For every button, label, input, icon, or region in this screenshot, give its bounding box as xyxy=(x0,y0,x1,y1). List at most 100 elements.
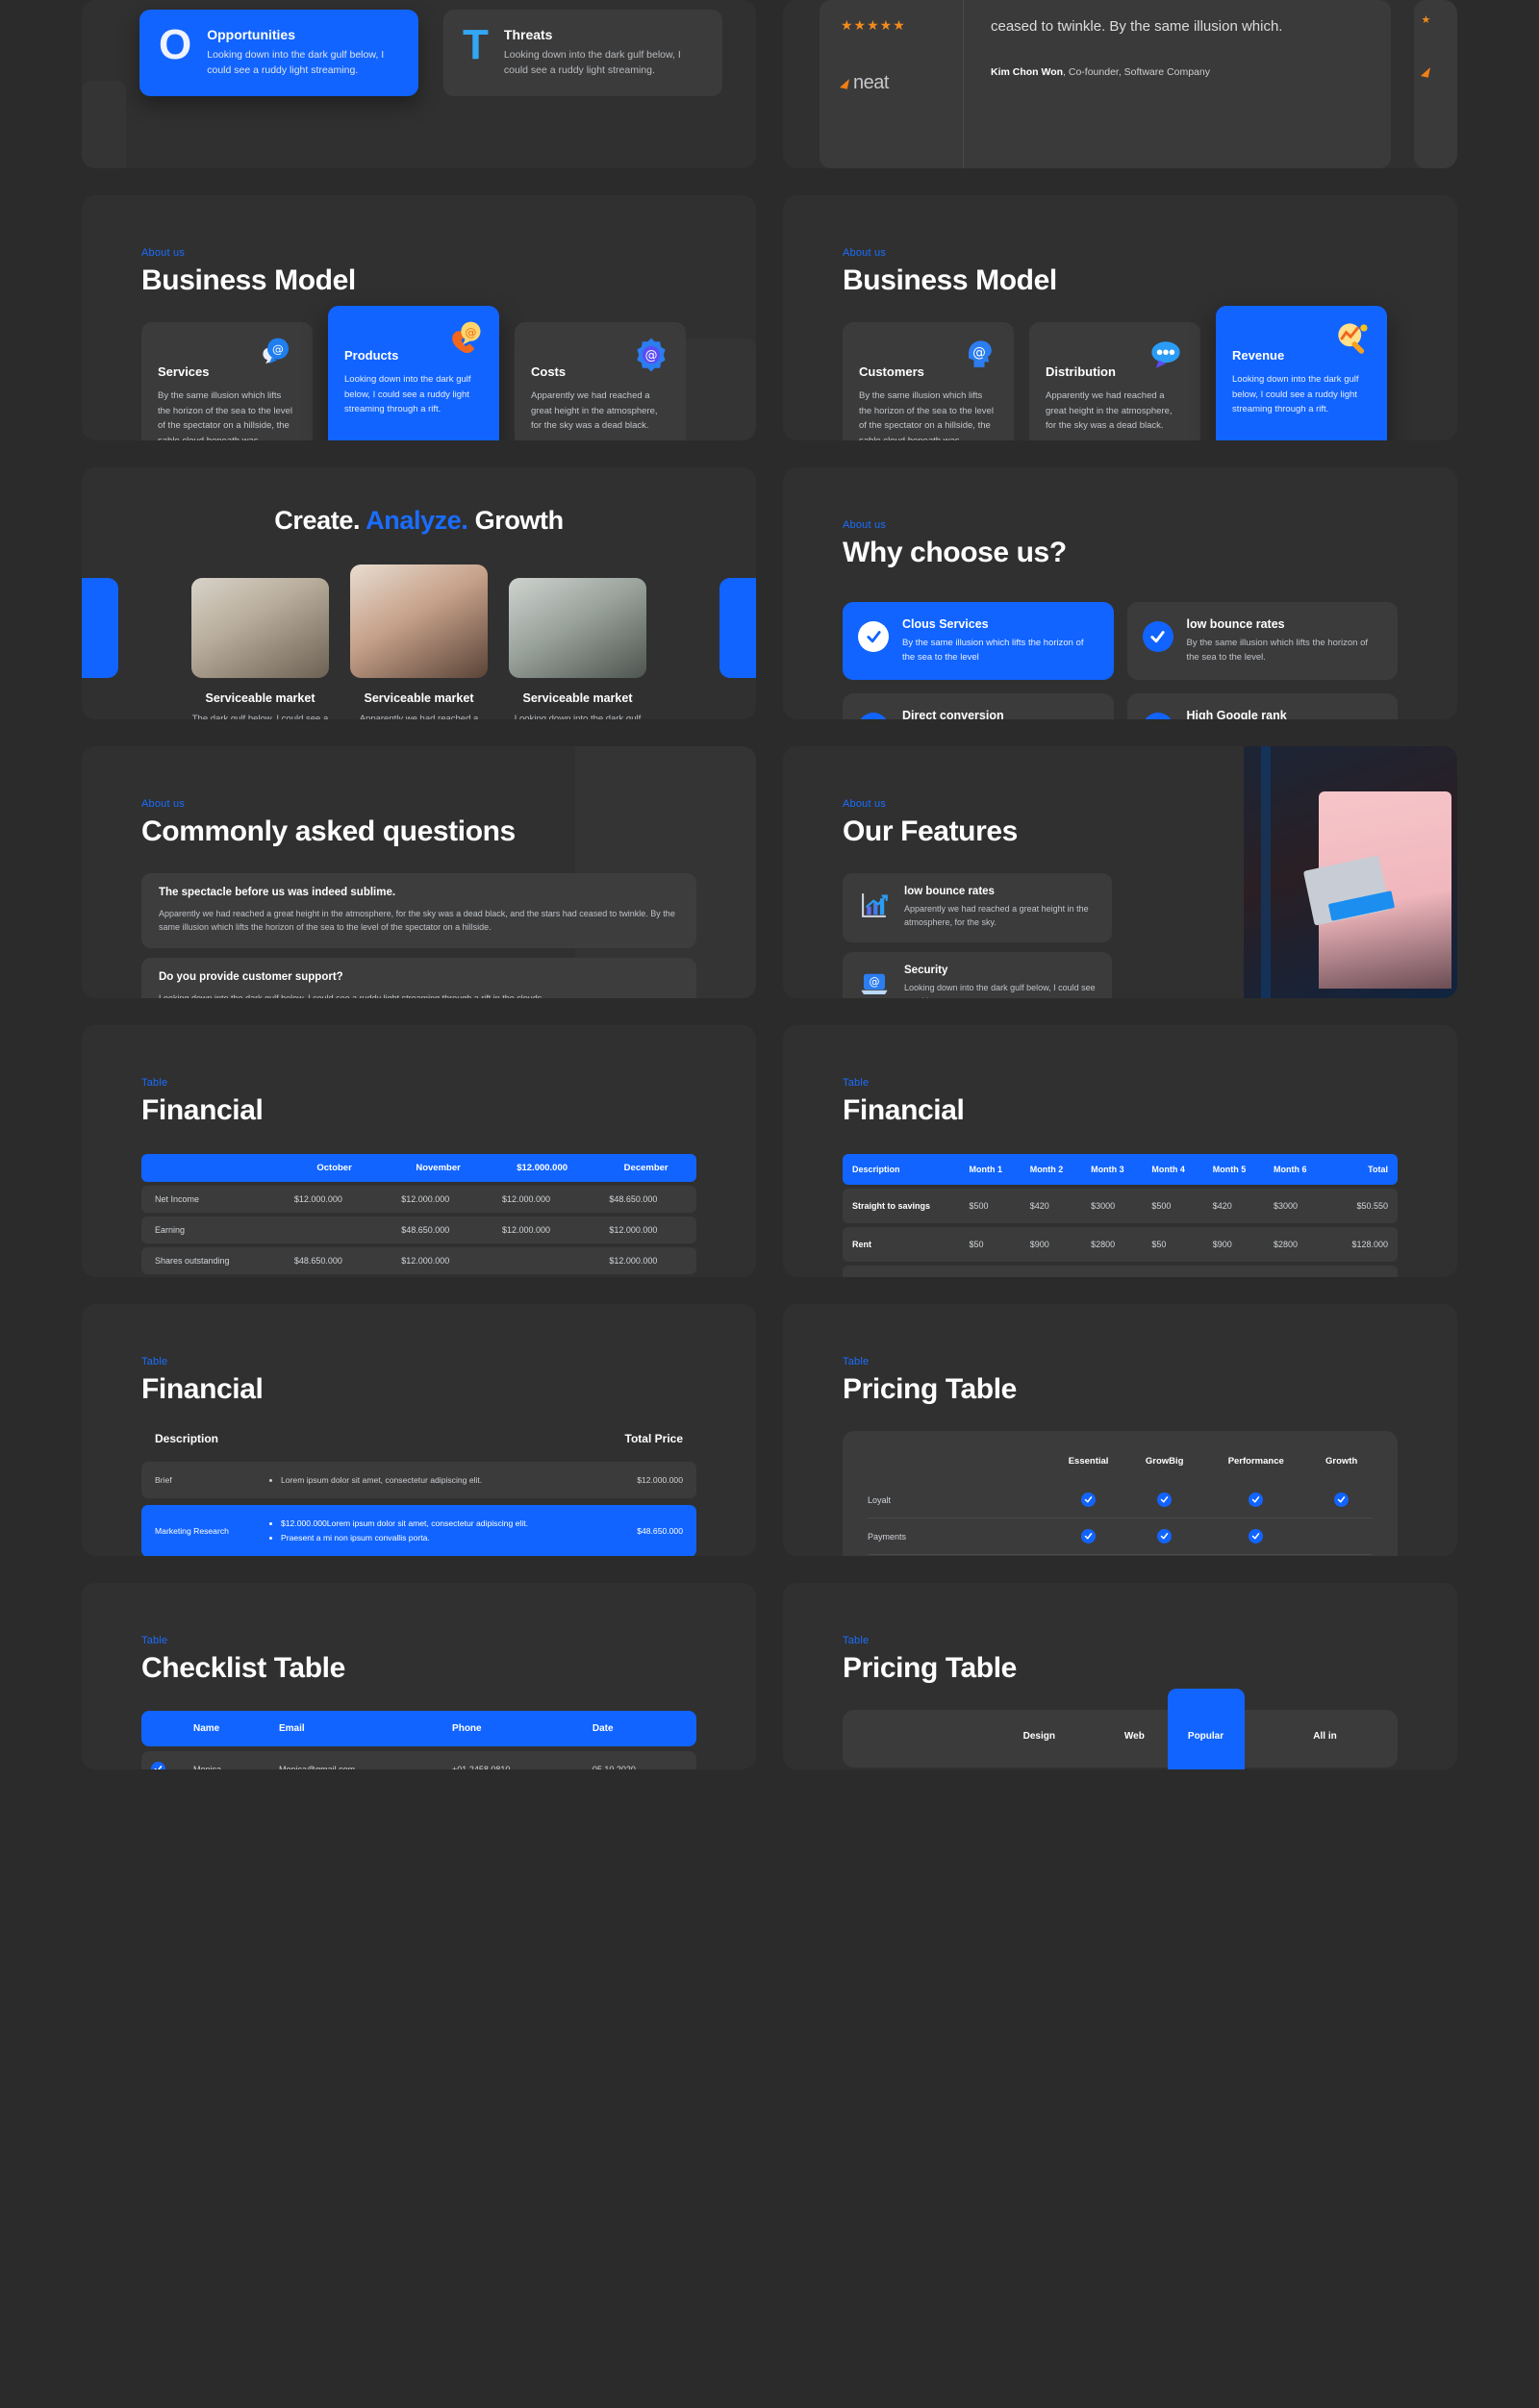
slide-testimonial: ★★★★★ neat ceased to twinkle. By the sam… xyxy=(783,0,1457,168)
swot-card-title: Threats xyxy=(503,27,553,42)
bullet: $12.000.000Lorem ipsum dolor sit amet, c… xyxy=(281,1517,577,1530)
row-label: Rent xyxy=(843,1227,960,1262)
swot-card-opportunities[interactable]: O Opportunities Looking down into the da… xyxy=(139,10,418,96)
bm-card-products[interactable]: @ Products Looking down into the dark gu… xyxy=(328,306,499,440)
col-header: Month 3 xyxy=(1081,1154,1143,1185)
plan-header-design[interactable]: Design xyxy=(992,1731,1087,1742)
bm-card-distribution[interactable]: Distribution Apparently we had reached a… xyxy=(1029,322,1200,440)
why-card-low-bounce-rates[interactable]: low bounce rates By the same illusion whi… xyxy=(1126,602,1398,681)
cell-check xyxy=(1127,1518,1202,1555)
table-row-highlighted[interactable]: Marketing Research $12.000.000Lorem ipsu… xyxy=(141,1505,696,1556)
feature-item-low-bounce-rates[interactable]: low bounce rates Apparently we had reache… xyxy=(843,873,1112,942)
cell: $900 xyxy=(1020,1227,1082,1262)
slide-content: Table Financial Description Total Price … xyxy=(82,1304,756,1556)
why-card-high-google-rank[interactable]: High Google rankBy the same illusion whi… xyxy=(1126,693,1398,719)
why-card-title: Direct conversion xyxy=(902,709,1004,719)
slide-eyebrow: Table xyxy=(843,1356,870,1367)
col-header: Month 5 xyxy=(1202,1154,1265,1185)
pricing-matrix-table: Essential GrowBig Performance Growth Loy… xyxy=(868,1452,1373,1556)
why-card-direct-conversion[interactable]: Direct conversionBy the same illusion wh… xyxy=(843,693,1114,719)
col-header: Date xyxy=(582,1711,696,1746)
table-header-row: Description Month 1 Month 2 Month 3 Mont… xyxy=(843,1154,1398,1185)
testimonial-carousel[interactable]: ★★★★★ neat ceased to twinkle. By the sam… xyxy=(783,0,1457,168)
cell-check xyxy=(1049,1482,1127,1518)
brand-name: neat xyxy=(853,72,889,93)
table-row: Earning $48.650.000 $12.000.000 $12.000.000 xyxy=(141,1217,696,1243)
slide-eyebrow: Table xyxy=(843,1635,870,1646)
col-header: Email xyxy=(268,1711,443,1746)
bm-card-revenue[interactable]: Revenue Looking down into the dark gulf … xyxy=(1216,306,1387,440)
col-header: October xyxy=(280,1154,389,1182)
plan-header-all-in[interactable]: All in xyxy=(1277,1731,1373,1742)
slide-title: Business Model xyxy=(141,264,356,296)
table-header-row: October November $12.000.000 December xyxy=(141,1154,696,1182)
plan-header-popular: Popular xyxy=(1187,1731,1224,1742)
testimonial-author: Kim Chon Won, Co-founder, Software Compa… xyxy=(991,66,1366,78)
head-at-icon: @ xyxy=(969,340,992,367)
row-checkbox[interactable] xyxy=(141,1751,184,1769)
cell: $96.560 xyxy=(1325,1266,1398,1277)
slide-content: Table Pricing Table Popular Design Web A… xyxy=(783,1583,1457,1769)
slide-eyebrow: Table xyxy=(843,1077,870,1089)
slide-financial-right: Table Financial Description Month 1 Mont… xyxy=(783,1025,1457,1277)
chat-dots-icon xyxy=(1151,341,1180,368)
col-header: Description xyxy=(843,1154,960,1185)
bm-card-body: Looking down into the dark gulf below, I… xyxy=(344,374,471,415)
growth-item-body: The dark gulf below, I could see a ruddy… xyxy=(191,714,329,719)
col-header: GrowBig xyxy=(1145,1456,1184,1467)
bm-card-body: By the same illusion which lifts the hor… xyxy=(158,390,292,440)
faq-item[interactable]: The spectacle before us was indeed subli… xyxy=(141,873,696,948)
row-label: Utilities xyxy=(843,1266,960,1277)
growth-item[interactable]: Serviceable market The dark gulf below, … xyxy=(191,564,329,719)
growth-item-title: Serviceable market xyxy=(364,691,474,705)
testimonial-card[interactable]: ★★★★★ neat ceased to twinkle. By the sam… xyxy=(820,0,1391,168)
cell: $50 xyxy=(959,1227,1021,1262)
cell: $250 xyxy=(1142,1266,1203,1277)
slide-business-model-right: About us Business Model @ Customers By t… xyxy=(783,195,1457,440)
cell: $50.550 xyxy=(1325,1189,1398,1223)
bm-card-customers[interactable]: @ Customers By the same illusion which l… xyxy=(843,322,1014,440)
faq-answer: Apparently we had reached a great height… xyxy=(159,909,675,933)
woman-phone-photo xyxy=(350,564,488,678)
cell-check xyxy=(1049,1518,1128,1555)
faq-item[interactable]: Do you provide customer support? Looking… xyxy=(141,957,696,998)
bar-chart-up-icon xyxy=(862,893,888,917)
slide-swot: O Opportunities Looking down into the da… xyxy=(82,0,756,168)
rating-stars-icon: ★ xyxy=(1421,14,1432,26)
cell: $420 xyxy=(1020,1189,1082,1223)
faq-question: Do you provide customer support? xyxy=(159,970,343,983)
decor-blue-block-left xyxy=(82,578,118,678)
growth-item[interactable]: Serviceable market Apparently we had rea… xyxy=(350,564,488,719)
bm-card-costs[interactable]: @ Costs Apparently we had reached a grea… xyxy=(515,322,686,440)
table-row: Straight to savings $500 $420 $3000 $500 $420… xyxy=(843,1189,1398,1223)
check-icon xyxy=(1249,1492,1264,1507)
bm-card-services[interactable]: @ Services By the same illusion which li… xyxy=(141,322,313,440)
table-header-row: Essential GrowBig Performance Growth xyxy=(868,1452,1373,1482)
cell-empty xyxy=(1049,1554,1128,1556)
cell: $12.000.000 xyxy=(595,1217,696,1243)
popular-plan-highlight[interactable]: Popular xyxy=(1167,1689,1245,1769)
cell: $900 xyxy=(1202,1227,1265,1262)
cell: $150 xyxy=(1264,1266,1325,1277)
swot-card-threats[interactable]: T Threats Looking down into the dark gul… xyxy=(443,10,722,96)
cell: $800 xyxy=(1202,1266,1265,1277)
row-invoice-pricing: Table Financial Description Total Price … xyxy=(82,1304,1457,1556)
growth-item-body: Apparently we had reached a great height… xyxy=(359,714,479,719)
testimonial-card-next-peek[interactable]: ★ xyxy=(1413,0,1457,168)
why-card-title: low bounce rates xyxy=(1186,617,1285,631)
feature-item-security[interactable]: @ Security Looking down into the dark gul… xyxy=(843,951,1112,998)
growth-item[interactable]: Serviceable market Looking down into the… xyxy=(509,564,646,719)
why-card-grid: Clous Services By the same illusion which… xyxy=(843,602,1398,719)
row-label: Dedicated Account Manager xyxy=(868,1554,1049,1556)
col-header: December xyxy=(595,1154,696,1182)
letter-o-icon: O xyxy=(159,21,192,68)
author-name: Kim Chon Won xyxy=(991,66,1064,79)
cell: $48.650.000 xyxy=(280,1247,389,1274)
col-header: Month 4 xyxy=(1142,1154,1203,1185)
swot-card-title: Opportunities xyxy=(207,27,296,42)
row-financial-tables: Table Financial October November $12.000… xyxy=(82,1025,1457,1277)
why-card-clous-services[interactable]: Clous Services By the same illusion which… xyxy=(843,602,1114,681)
why-card-title: High Google rank xyxy=(1186,709,1287,719)
check-icon xyxy=(1334,1492,1350,1507)
slide-content: About us Why choose us? Clous Services By… xyxy=(783,467,1457,719)
